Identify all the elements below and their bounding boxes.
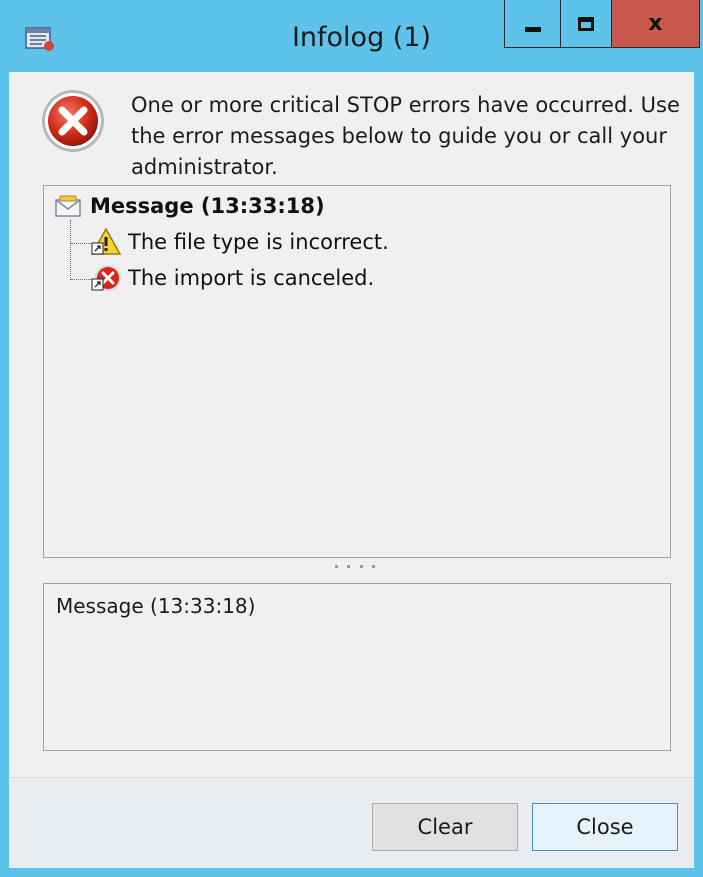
minimize-icon: [524, 27, 541, 32]
splitter-dot: [371, 564, 375, 568]
maximize-button[interactable]: [560, 0, 612, 48]
infolog-window: Infolog (1) x One or more critical STOP …: [0, 0, 703, 877]
minimize-button[interactable]: [504, 0, 560, 48]
title-bar[interactable]: Infolog (1) x: [0, 0, 703, 72]
error-summary-text: One or more critical STOP errors have oc…: [131, 93, 680, 179]
tree-node-label: The import is canceled.: [128, 266, 375, 290]
tree-connector: [70, 220, 71, 280]
close-button[interactable]: Close: [532, 803, 678, 851]
clear-button[interactable]: Clear: [372, 803, 518, 851]
close-icon: x: [648, 11, 663, 36]
message-detail-pane[interactable]: Message (13:33:18): [43, 583, 671, 751]
error-small-icon: [91, 265, 121, 291]
tree-node-message[interactable]: Message (13:33:18): [54, 190, 325, 222]
error-icon: [42, 90, 104, 152]
tree-connector: [71, 243, 91, 244]
splitter-dot: [359, 564, 363, 568]
tree-node-error[interactable]: The import is canceled.: [90, 262, 374, 294]
pane-splitter[interactable]: [335, 563, 375, 569]
dialog-footer: Clear Close: [9, 777, 694, 868]
splitter-dot: [347, 564, 351, 568]
close-window-button[interactable]: x: [612, 0, 700, 48]
message-icon: [55, 195, 81, 217]
message-tree[interactable]: Message (13:33:18) The file type is inco…: [43, 185, 671, 558]
splitter-dot: [335, 564, 338, 568]
warning-icon: [90, 227, 122, 255]
tree-node-warning[interactable]: The file type is incorrect.: [90, 226, 389, 258]
dialog-client-area: One or more critical STOP errors have oc…: [9, 72, 694, 868]
tree-node-label: The file type is incorrect.: [128, 230, 389, 254]
maximize-icon: [578, 16, 594, 31]
tree-node-label: Message (13:33:18): [90, 194, 325, 218]
tree-connector: [71, 279, 91, 280]
message-detail-text: Message (13:33:18): [56, 594, 256, 618]
